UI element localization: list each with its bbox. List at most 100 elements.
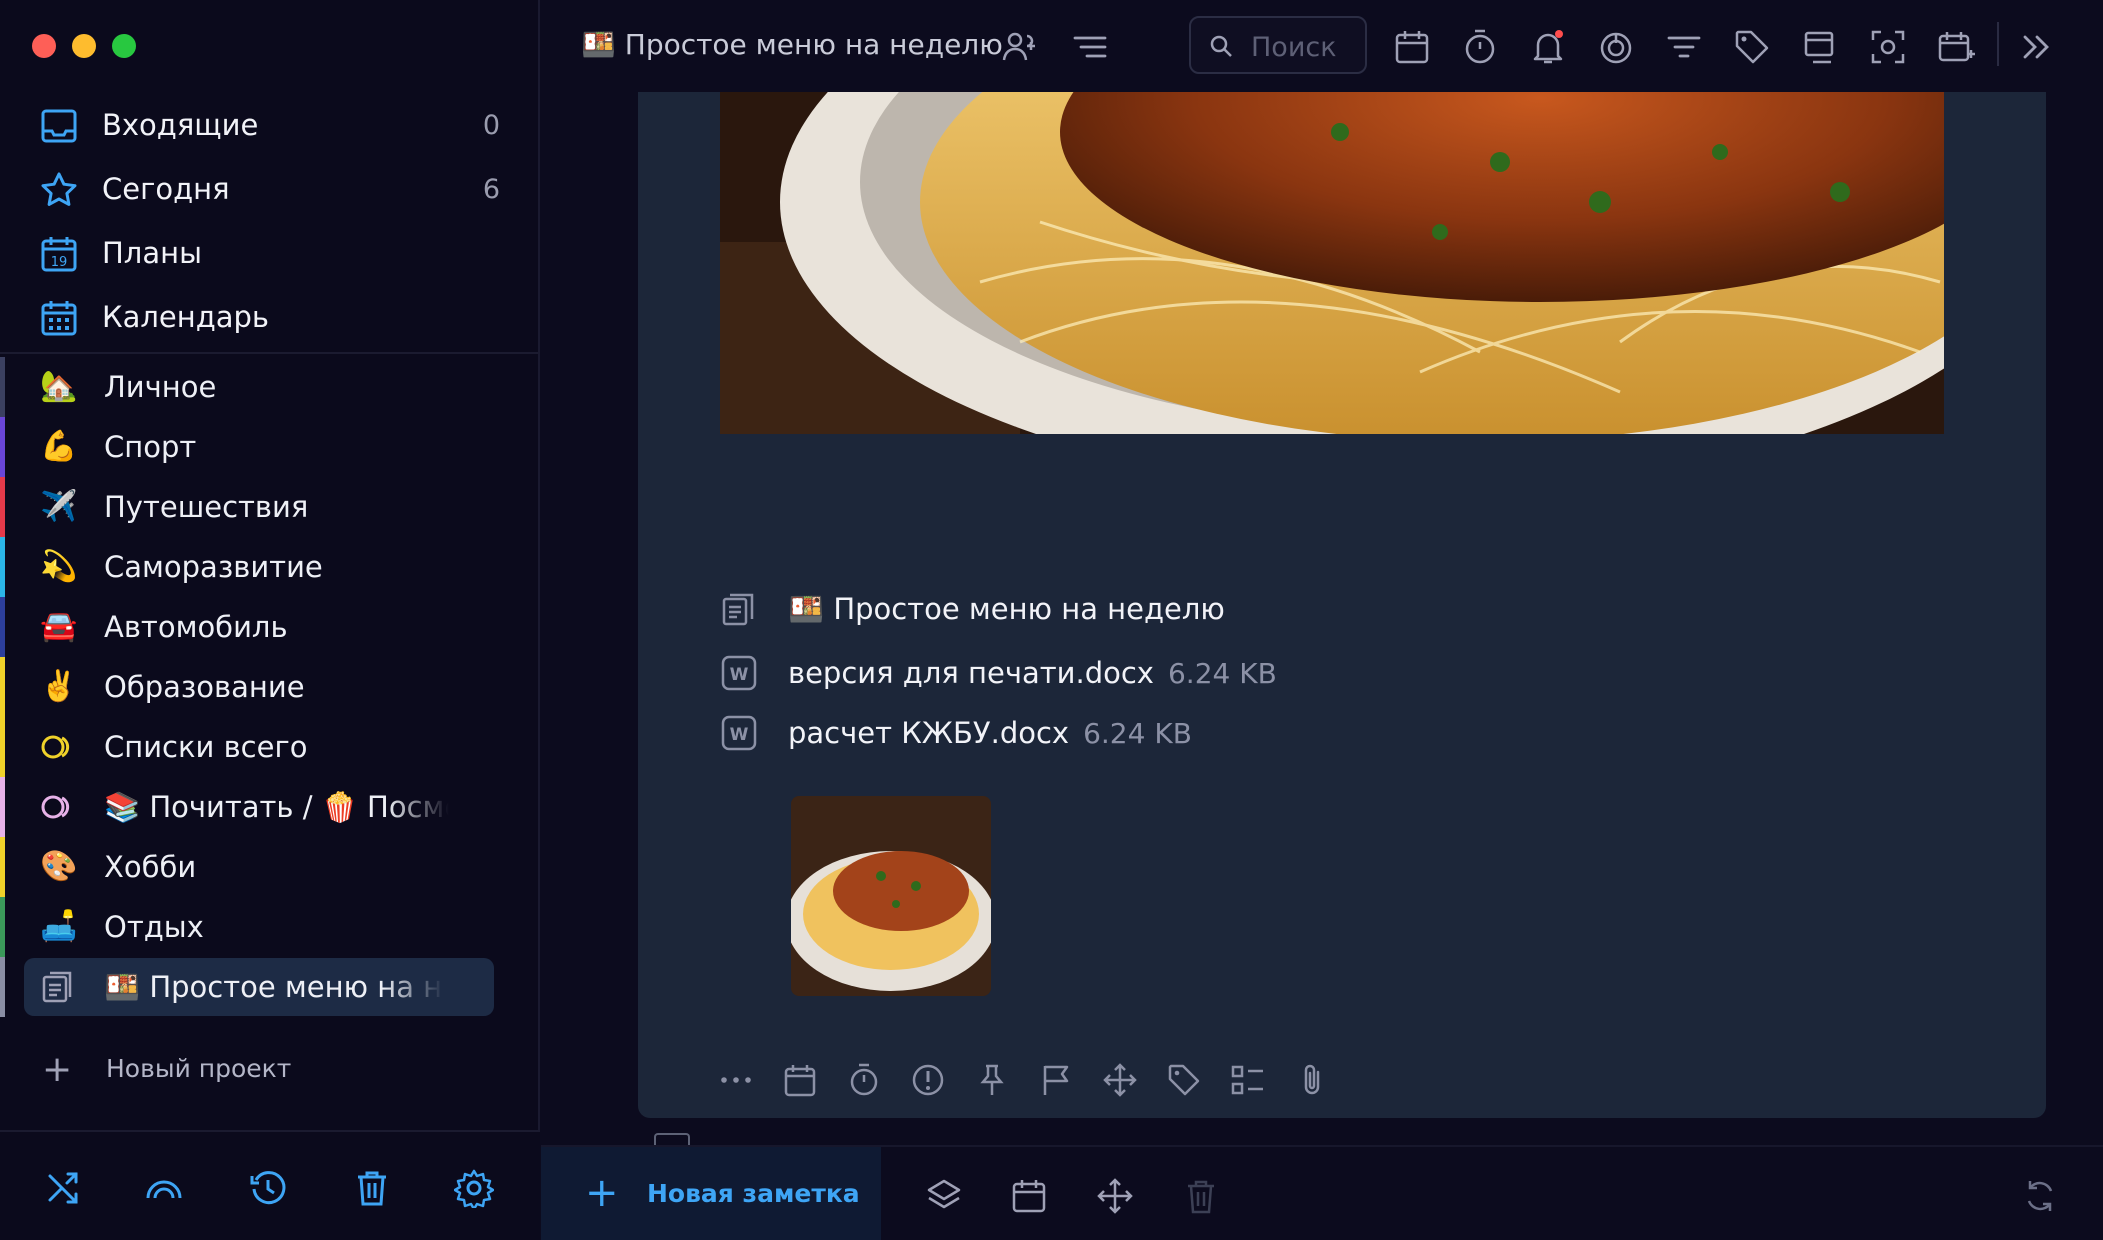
calendar-icon[interactable] [782, 1062, 818, 1098]
sidebar-item-sport[interactable]: 💪 Спорт [0, 417, 540, 477]
plus-icon: + [42, 1049, 73, 1090]
attachment-size: 6.24 KB [1167, 657, 1277, 690]
sidebar-item-lists[interactable]: Списки всего [0, 717, 540, 777]
new-note-button[interactable]: + Новая заметка [541, 1147, 881, 1240]
minimize-window-button[interactable] [72, 34, 96, 58]
header: 🍱 Простое меню на неделю Поиск [541, 0, 2103, 92]
project-list: 🏡 Личное 💪 Спорт ✈️ Путешествия 💫 Самора… [0, 357, 540, 1017]
sidebar-item-travel[interactable]: ✈️ Путешествия [0, 477, 540, 537]
sidebar-item-label: Планы [102, 236, 202, 270]
svg-text:W: W [730, 665, 749, 685]
flag-icon[interactable] [1038, 1062, 1074, 1098]
timer-icon[interactable] [846, 1062, 882, 1098]
sidebar-item-plans[interactable]: 19 Планы [0, 221, 540, 285]
svg-text:19: 19 [51, 255, 68, 270]
sidebar-item-label: 📚 Почитать / 🍿 Посмотреть [104, 789, 449, 824]
search-field[interactable]: Поиск [1189, 16, 1367, 74]
sidebar-item-weekly-menu[interactable]: 🍱 Простое меню на неделю [0, 957, 540, 1017]
project-color-bar [0, 657, 5, 717]
spaghetti-thumbnail-image[interactable] [791, 796, 991, 996]
sidebar-item-label: Входящие [102, 108, 259, 142]
rainbow-arc-icon[interactable] [144, 1168, 184, 1208]
sidebar-item-rest[interactable]: 🛋️ Отдых [0, 897, 540, 957]
filter-icon[interactable] [1665, 28, 1703, 66]
priority-icon[interactable] [910, 1062, 946, 1098]
sidebar-item-personal[interactable]: 🏡 Личное [0, 357, 540, 417]
car-emoji-icon: 🚘 [40, 609, 78, 644]
project-color-bar [0, 357, 5, 417]
project-color-bar [0, 897, 5, 957]
paperclip-icon[interactable] [1294, 1062, 1330, 1098]
spaghetti-hero-image[interactable] [720, 92, 1944, 434]
calendar-19-icon: 19 [41, 237, 77, 272]
airplane-emoji-icon: ✈️ [40, 489, 78, 524]
share-users-icon[interactable] [1001, 28, 1039, 66]
close-window-button[interactable] [32, 34, 56, 58]
attachment-name: расчет КЖБУ.docx [788, 716, 1070, 750]
star-icon [41, 172, 77, 206]
sidebar-item-education[interactable]: ✌️ Образование [0, 657, 540, 717]
sidebar-item-today[interactable]: Сегодня 6 [0, 157, 540, 221]
new-project-button[interactable]: + Новый проект [0, 1040, 540, 1100]
sidebar-item-count: 0 [482, 109, 500, 141]
board-view-icon[interactable] [1801, 28, 1839, 66]
bell-icon[interactable] [1529, 28, 1567, 66]
history-icon[interactable] [248, 1168, 288, 1208]
sidebar-item-calendar[interactable]: Календарь [0, 285, 540, 349]
screenshot-focus-icon[interactable] [1869, 28, 1907, 66]
sidebar-item-label: Календарь [102, 300, 270, 334]
gear-icon[interactable] [454, 1168, 494, 1208]
sidebar-item-count: 6 [482, 173, 500, 205]
calendar-grid-icon [41, 301, 77, 336]
toolbar-divider [1997, 22, 1999, 66]
house-emoji-icon: 🏡 [40, 369, 78, 404]
new-project-label: Новый проект [106, 1054, 292, 1083]
checklist-icon[interactable] [1230, 1062, 1266, 1098]
sidebar-item-car[interactable]: 🚘 Автомобиль [0, 597, 540, 657]
attachment-text: расчет КЖБУ.docx 6.24 KB [788, 716, 1192, 750]
chevron-double-right-icon[interactable] [2017, 28, 2055, 66]
shuffle-icon[interactable] [44, 1168, 84, 1208]
trash-icon[interactable] [1182, 1177, 1220, 1215]
pin-icon[interactable] [974, 1062, 1010, 1098]
more-dots-icon[interactable] [718, 1062, 754, 1098]
move-arrows-icon[interactable] [1102, 1062, 1138, 1098]
sidebar-item-hobby[interactable]: 🎨 Хобби [0, 837, 540, 897]
sort-lines-icon[interactable] [1071, 28, 1109, 66]
tag-icon[interactable] [1166, 1062, 1202, 1098]
bottom-bar: + Новая заметка [541, 1145, 2103, 1240]
layers-icon[interactable] [925, 1177, 963, 1215]
sidebar-toolbar [0, 1130, 540, 1240]
sidebar-item-label: Отдых [104, 910, 204, 944]
sidebar-item-label: Сегодня [102, 172, 230, 206]
tag-icon[interactable] [1733, 28, 1771, 66]
project-color-bar [0, 537, 5, 597]
project-color-bar [0, 477, 5, 537]
focus-power-icon[interactable] [1597, 28, 1635, 66]
page-title: 🍱 Простое меню на неделю [581, 28, 1003, 61]
project-color-bar [0, 717, 5, 777]
sidebar-item-label: Саморазвитие [104, 550, 323, 584]
maximize-window-button[interactable] [112, 34, 136, 58]
victory-hand-emoji-icon: ✌️ [40, 669, 78, 704]
project-color-bar [0, 417, 5, 477]
project-color-bar [0, 597, 5, 657]
attachment-text: версия для печати.docx 6.24 KB [788, 656, 1277, 690]
inbox-icon [41, 109, 77, 143]
sidebar-divider [0, 352, 540, 354]
add-calendar-icon[interactable] [1937, 28, 1975, 66]
timer-icon[interactable] [1461, 28, 1499, 66]
couch-emoji-icon: 🛋️ [40, 909, 78, 944]
calendar-icon[interactable] [1393, 28, 1431, 66]
sidebar-item-label: Автомобиль [104, 610, 288, 644]
calendar-icon[interactable] [1010, 1177, 1048, 1215]
word-doc-icon: W [721, 655, 757, 691]
trash-icon[interactable] [352, 1168, 392, 1208]
note-card: 🍱 Простое меню на неделю W версия для пе… [638, 92, 2046, 1118]
sidebar-item-self-development[interactable]: 💫 Саморазвитие [0, 537, 540, 597]
sidebar-item-inbox[interactable]: Входящие 0 [0, 93, 540, 157]
sync-icon[interactable] [2021, 1177, 2059, 1215]
sidebar-item-read-watch[interactable]: 📚 Почитать / 🍿 Посмотреть [0, 777, 540, 837]
move-arrows-icon[interactable] [1096, 1177, 1134, 1215]
search-placeholder: Поиск [1251, 32, 1337, 63]
